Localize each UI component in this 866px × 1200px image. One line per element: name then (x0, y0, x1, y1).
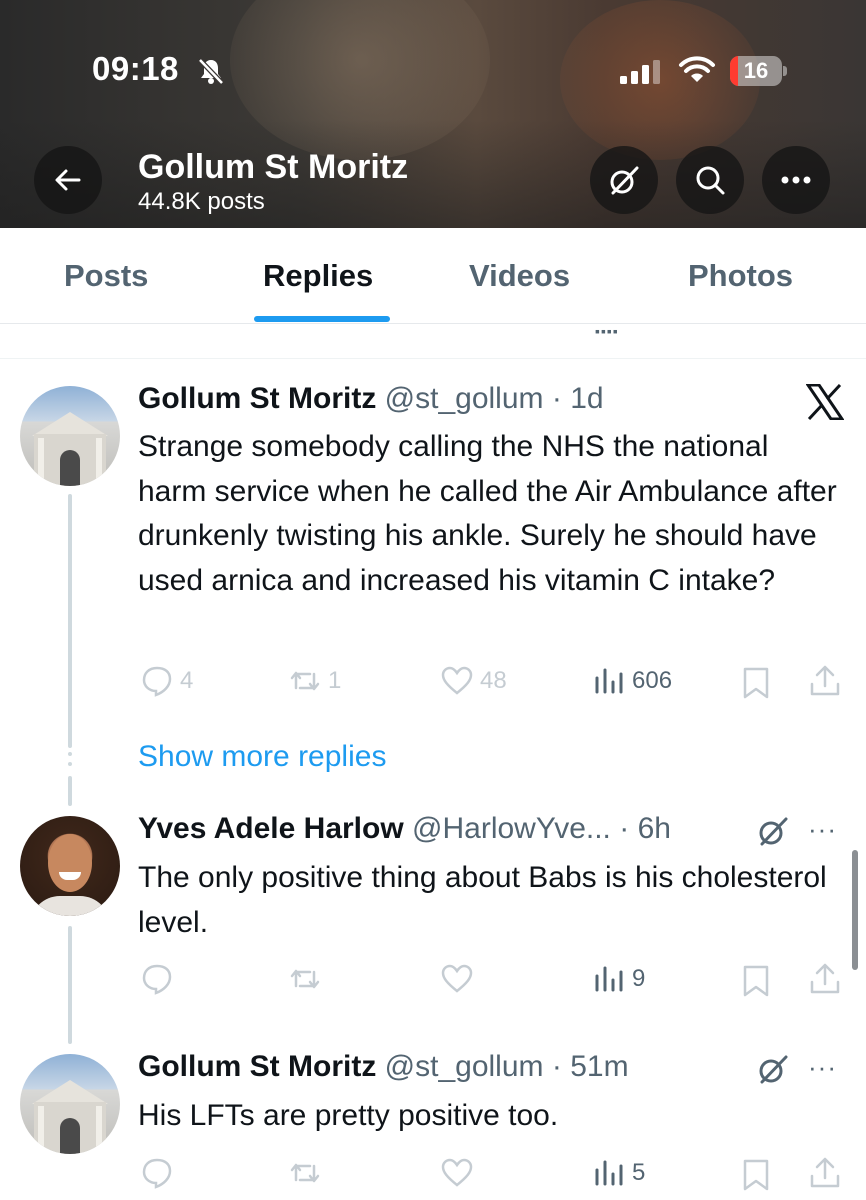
share-icon[interactable] (808, 962, 842, 996)
post-time[interactable]: 1d (570, 382, 603, 415)
post-text: The only positive thing about Babs is hi… (138, 861, 827, 939)
more-options-icon[interactable]: ··· (808, 1052, 837, 1083)
views-button[interactable]: 9 (592, 962, 645, 996)
author-name[interactable]: Gollum St Moritz (138, 1050, 376, 1083)
views-icon-partial: ▪▪▪▪ (595, 323, 619, 339)
avatar[interactable] (20, 1054, 120, 1154)
heart-icon (441, 1158, 473, 1187)
repost-icon (290, 969, 320, 989)
more-options-icon[interactable]: ··· (808, 814, 837, 845)
grok-icon[interactable] (756, 814, 790, 848)
share-icon[interactable] (808, 664, 842, 698)
tab-videos[interactable]: Videos (469, 258, 570, 294)
profile-name: Gollum St Moritz (138, 148, 409, 186)
bookmark-icon[interactable] (740, 964, 772, 998)
reply-button[interactable] (140, 1156, 174, 1190)
share-icon[interactable] (808, 1156, 842, 1190)
battery-percent: 16 (743, 58, 769, 83)
tab-replies[interactable]: Replies (263, 258, 373, 294)
battery-indicator: 16 (730, 56, 788, 86)
views-icon (595, 668, 623, 694)
view-count: 606 (632, 667, 673, 694)
repost-icon (290, 671, 320, 691)
thread-line (68, 776, 72, 806)
avatar[interactable] (20, 816, 120, 916)
like-button[interactable] (440, 1156, 474, 1190)
scrollbar-thumb[interactable] (852, 850, 858, 970)
thread-line (68, 926, 72, 1044)
search-button[interactable] (676, 146, 744, 214)
profile-header: 09:18 16 Gollum St Moritz 44.8K posts (0, 0, 866, 228)
post-time[interactable]: 51m (570, 1050, 628, 1083)
bookmark-icon[interactable] (740, 1158, 772, 1192)
back-button[interactable] (34, 146, 102, 214)
wifi-icon (679, 56, 715, 82)
like-button[interactable]: 48 (440, 664, 507, 698)
profile-tabs: Posts Replies Videos Photos (0, 228, 866, 324)
heart-icon (441, 964, 473, 993)
x-logo-icon (806, 384, 844, 420)
back-arrow-icon (55, 169, 81, 191)
active-tab-indicator (254, 316, 390, 322)
reply-button[interactable] (140, 962, 174, 996)
views-icon (595, 966, 623, 992)
search-icon (696, 166, 725, 195)
more-icon (781, 176, 811, 184)
view-count: 5 (632, 1159, 646, 1186)
posts-count: 44.8K posts (138, 188, 265, 215)
author-handle[interactable]: @HarlowYve... (412, 812, 611, 845)
post-header: Gollum St Moritz @st_gollum · 51m (138, 1050, 629, 1083)
post-text: Strange somebody calling the NHS the nat… (138, 430, 837, 597)
bell-off-icon (198, 58, 224, 85)
tab-photos[interactable]: Photos (688, 258, 793, 294)
views-button[interactable]: 5 (592, 1156, 645, 1190)
post-text: His LFTs are pretty positive too. (138, 1099, 559, 1132)
grok-button[interactable] (590, 146, 658, 214)
avatar[interactable] (20, 386, 120, 486)
author-name[interactable]: Yves Adele Harlow (138, 812, 404, 845)
author-handle[interactable]: @st_gollum (385, 1050, 544, 1083)
tab-posts[interactable]: Posts (64, 258, 148, 294)
reply-button[interactable]: 4 (140, 664, 193, 698)
repost-count: 1 (328, 667, 342, 694)
thread-gap-dot (68, 752, 72, 756)
view-count: 9 (632, 965, 646, 992)
like-count: 48 (480, 667, 507, 694)
views-button[interactable]: 606 (592, 664, 672, 698)
thread-gap-dot (68, 762, 72, 766)
previous-post-edge: ▪▪▪▪ (0, 323, 866, 359)
thread-line (68, 494, 72, 748)
heart-icon (441, 666, 473, 695)
grok-icon[interactable] (756, 1052, 790, 1086)
repost-button[interactable] (288, 962, 322, 996)
repost-icon (290, 1163, 320, 1183)
author-handle[interactable]: @st_gollum (385, 382, 544, 415)
bookmark-icon[interactable] (740, 666, 772, 700)
post-header: Gollum St Moritz @st_gollum · 1d (138, 382, 604, 415)
views-icon (595, 1160, 623, 1186)
reply-icon (142, 964, 172, 995)
post-time[interactable]: 6h (638, 812, 671, 845)
like-button[interactable] (440, 962, 474, 996)
show-more-replies-link[interactable]: Show more replies (138, 740, 386, 774)
author-name[interactable]: Gollum St Moritz (138, 382, 376, 415)
reply-icon (142, 1158, 172, 1189)
grok-icon (610, 166, 639, 195)
signal-icon (620, 60, 660, 84)
repost-button[interactable] (288, 1156, 322, 1190)
post-header: Yves Adele Harlow @HarlowYve... · 6h (138, 812, 671, 845)
repost-button[interactable]: 1 (288, 664, 341, 698)
reply-count: 4 (180, 667, 194, 694)
status-time: 09:18 (92, 50, 179, 87)
reply-icon (142, 666, 172, 697)
more-options-button[interactable] (762, 146, 830, 214)
